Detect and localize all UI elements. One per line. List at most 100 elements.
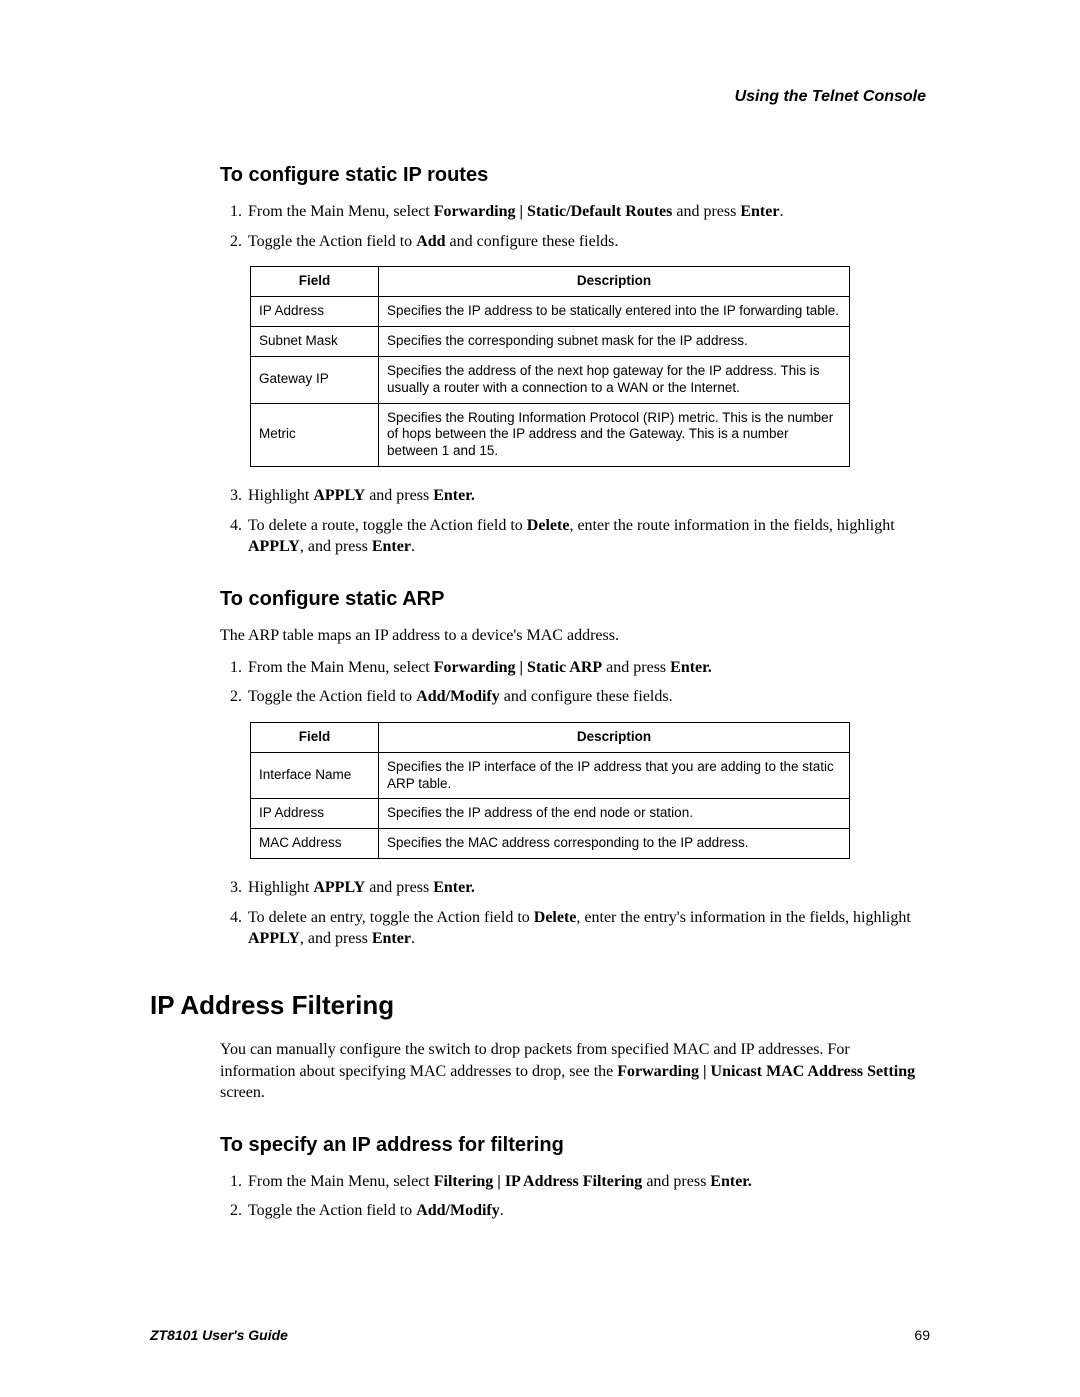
text: screen. <box>220 1084 265 1101</box>
text: . <box>411 930 415 947</box>
intro-ip-address-filtering: You can manually configure the switch to… <box>220 1039 926 1104</box>
cell-field: Interface Name <box>251 752 379 799</box>
text: . <box>411 538 415 555</box>
text-bold: Enter <box>372 538 411 555</box>
cell-desc: Specifies the corresponding subnet mask … <box>379 326 850 356</box>
text-bold: Add <box>416 233 445 250</box>
table-static-arp: Field Description Interface NameSpecifie… <box>250 722 850 859</box>
text-bold: APPLY <box>248 538 300 555</box>
text-bold: Forwarding | Unicast MAC Address Setting <box>617 1063 915 1080</box>
table-header-row: Field Description <box>251 722 850 752</box>
text-bold: APPLY <box>313 879 365 896</box>
text: Highlight <box>248 487 313 504</box>
cell-field: MAC Address <box>251 829 379 859</box>
text: and press <box>365 879 433 896</box>
list-item: To delete an entry, toggle the Action fi… <box>246 907 926 950</box>
list-item: Toggle the Action field to Add and confi… <box>246 231 926 253</box>
text: From the Main Menu, select <box>248 1173 434 1190</box>
table-static-ip-routes: Field Description IP AddressSpecifies th… <box>250 266 850 467</box>
footer-guide-name: ZT8101 User's Guide <box>150 1327 288 1343</box>
table-row: MAC AddressSpecifies the MAC address cor… <box>251 829 850 859</box>
text: From the Main Menu, select <box>248 203 434 220</box>
list-item: Toggle the Action field to Add/Modify. <box>246 1200 926 1222</box>
text: Highlight <box>248 879 313 896</box>
list-item: Highlight APPLY and press Enter. <box>246 485 926 507</box>
text-bold: Add/Modify <box>416 688 500 705</box>
cell-field: Gateway IP <box>251 356 379 403</box>
text-bold: Enter. <box>670 659 712 676</box>
table-header-field: Field <box>251 722 379 752</box>
text-bold: Delete <box>534 909 577 926</box>
cell-field: Subnet Mask <box>251 326 379 356</box>
cell-field: Metric <box>251 403 379 467</box>
list-item: From the Main Menu, select Forwarding | … <box>246 201 926 223</box>
text: , and press <box>300 930 372 947</box>
cell-field: IP Address <box>251 297 379 327</box>
text-bold: APPLY <box>248 930 300 947</box>
list-item: Highlight APPLY and press Enter. <box>246 877 926 899</box>
text-bold: Add/Modify <box>416 1202 500 1219</box>
table-row: Gateway IPSpecifies the address of the n… <box>251 356 850 403</box>
text-bold: Enter. <box>433 487 475 504</box>
text: and press <box>365 487 433 504</box>
cell-desc: Specifies the MAC address corresponding … <box>379 829 850 859</box>
text: , and press <box>300 538 372 555</box>
list-item: Toggle the Action field to Add/Modify an… <box>246 686 926 708</box>
table-row: IP AddressSpecifies the IP address to be… <box>251 297 850 327</box>
text-bold: Enter. <box>433 879 475 896</box>
table-header-desc: Description <box>379 722 850 752</box>
text: Toggle the Action field to <box>248 688 416 705</box>
text: , enter the route information in the fie… <box>569 517 894 534</box>
table-row: MetricSpecifies the Routing Information … <box>251 403 850 467</box>
text: , enter the entry's information in the f… <box>576 909 910 926</box>
footer-page-number: 69 <box>914 1327 930 1343</box>
text: . <box>779 203 783 220</box>
heading-static-ip-routes: To configure static IP routes <box>220 164 930 187</box>
cell-desc: Specifies the IP address to be staticall… <box>379 297 850 327</box>
table-row: Interface NameSpecifies the IP interface… <box>251 752 850 799</box>
text: Toggle the Action field to <box>248 1202 416 1219</box>
text-bold: Delete <box>527 517 570 534</box>
intro-static-arp: The ARP table maps an IP address to a de… <box>220 625 926 647</box>
list-static-ip-routes-post: Highlight APPLY and press Enter. To dele… <box>220 485 926 558</box>
text: and configure these fields. <box>500 688 673 705</box>
list-static-ip-routes-pre: From the Main Menu, select Forwarding | … <box>220 201 926 252</box>
cell-field: IP Address <box>251 799 379 829</box>
list-item: From the Main Menu, select Forwarding | … <box>246 657 926 679</box>
text-bold: Enter. <box>710 1173 752 1190</box>
text: To delete an entry, toggle the Action fi… <box>248 909 534 926</box>
text-bold: Forwarding | Static/Default Routes <box>434 203 673 220</box>
heading-specify-ip-filter: To specify an IP address for filtering <box>220 1134 930 1157</box>
cell-desc: Specifies the IP interface of the IP add… <box>379 752 850 799</box>
text: . <box>500 1202 504 1219</box>
page-footer: ZT8101 User's Guide 69 <box>150 1327 930 1343</box>
table-row: Subnet MaskSpecifies the corresponding s… <box>251 326 850 356</box>
text: and press <box>672 203 740 220</box>
list-static-arp-post: Highlight APPLY and press Enter. To dele… <box>220 877 926 950</box>
text-bold: Filtering | IP Address Filtering <box>434 1173 643 1190</box>
list-item: From the Main Menu, select Filtering | I… <box>246 1171 926 1193</box>
text: and press <box>602 659 670 676</box>
text: and press <box>642 1173 710 1190</box>
text-bold: APPLY <box>313 487 365 504</box>
page-header-title: Using the Telnet Console <box>150 88 930 106</box>
text: and configure these fields. <box>446 233 619 250</box>
text-bold: Enter <box>372 930 411 947</box>
list-specify-ip-filter: From the Main Menu, select Filtering | I… <box>220 1171 926 1222</box>
table-header-row: Field Description <box>251 267 850 297</box>
text: To delete a route, toggle the Action fie… <box>248 517 527 534</box>
cell-desc: Specifies the Routing Information Protoc… <box>379 403 850 467</box>
text-bold: Forwarding | Static ARP <box>434 659 602 676</box>
table-row: IP AddressSpecifies the IP address of th… <box>251 799 850 829</box>
text-bold: Enter <box>740 203 779 220</box>
list-item: To delete a route, toggle the Action fie… <box>246 515 926 558</box>
cell-desc: Specifies the address of the next hop ga… <box>379 356 850 403</box>
table-header-field: Field <box>251 267 379 297</box>
cell-desc: Specifies the IP address of the end node… <box>379 799 850 829</box>
heading-static-arp: To configure static ARP <box>220 588 930 611</box>
heading-ip-address-filtering: IP Address Filtering <box>150 990 930 1021</box>
list-static-arp-pre: From the Main Menu, select Forwarding | … <box>220 657 926 708</box>
table-header-desc: Description <box>379 267 850 297</box>
text: Toggle the Action field to <box>248 233 416 250</box>
text: From the Main Menu, select <box>248 659 434 676</box>
